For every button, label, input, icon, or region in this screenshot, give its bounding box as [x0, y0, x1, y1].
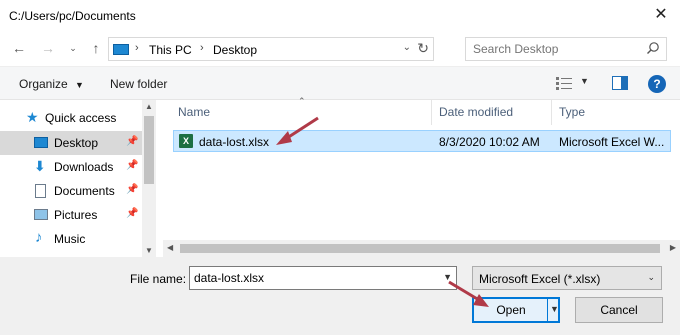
cancel-button[interactable]: Cancel [575, 297, 663, 323]
organize-dropdown-icon: ▼ [75, 80, 84, 90]
address-dropdown-icon[interactable]: ⌄ [403, 42, 411, 53]
close-icon[interactable]: ✕ [650, 4, 672, 26]
column-divider[interactable] [431, 100, 432, 125]
sidebar-item-downloads[interactable]: ⬇ Downloads 📌 [0, 155, 142, 179]
type-cell: Microsoft Excel W... [559, 135, 665, 149]
sidebar-item-pictures[interactable]: Pictures 📌 [0, 203, 142, 227]
pin-icon[interactable]: 📌 [126, 208, 138, 219]
sidebar-item-label: Downloads [54, 160, 114, 174]
forward-arrow-icon[interactable]: → [38, 38, 58, 58]
column-divider[interactable] [551, 100, 552, 125]
command-toolbar: Organize ▼ New folder ▼ ? [0, 66, 680, 100]
window-title: C:/Users/pc/Documents [9, 9, 136, 23]
scrollbar-thumb[interactable] [180, 244, 660, 253]
breadcrumb-this-pc[interactable]: This PC [149, 43, 192, 57]
sidebar-scrollbar[interactable]: ▲ ▼ [142, 100, 156, 257]
sidebar-item-label: Music [54, 232, 86, 246]
star-icon: ★ [26, 109, 39, 125]
chevron-down-icon: ⌄ [647, 272, 655, 282]
scroll-right-arrow-icon[interactable]: ▶ [670, 243, 676, 252]
view-dropdown-icon[interactable]: ▼ [580, 76, 589, 86]
file-name-input[interactable] [194, 271, 434, 285]
file-list-pane: ⌃ Name Date modified Type X data-lost.xl… [163, 96, 680, 257]
file-name-field[interactable]: ▼ [189, 266, 457, 290]
view-options-icon[interactable] [556, 77, 572, 90]
refresh-icon[interactable]: ↻ [417, 40, 429, 57]
navigation-bar: ← → ⌄ ↑ › This PC › Desktop ⌄ ↻ [0, 32, 680, 64]
scroll-left-arrow-icon[interactable]: ◀ [167, 243, 173, 252]
sidebar-item-music[interactable]: ♪ Music [0, 227, 142, 251]
file-name-label: File name: [130, 272, 187, 286]
sidebar-item-label: Documents [54, 184, 115, 198]
organize-label: Organize [19, 77, 68, 91]
help-icon[interactable]: ? [648, 75, 666, 93]
column-header-date-modified[interactable]: Date modified [439, 100, 513, 125]
this-pc-icon [113, 44, 129, 55]
open-button-label: Open [496, 303, 526, 317]
preview-pane-icon[interactable] [612, 76, 628, 90]
sidebar-item-documents[interactable]: Documents 📌 [0, 179, 142, 203]
document-icon [35, 184, 46, 198]
excel-file-icon: X [179, 134, 193, 148]
picture-icon [34, 209, 48, 220]
breadcrumb-separator-icon[interactable]: › [135, 42, 139, 54]
breadcrumb-desktop[interactable]: Desktop [213, 43, 257, 57]
date-modified-cell: 8/3/2020 10:02 AM [439, 135, 540, 149]
file-name-dropdown-icon[interactable]: ▼ [443, 272, 452, 282]
split-divider [547, 299, 548, 321]
title-bar: C:/Users/pc/Documents ✕ [0, 0, 680, 32]
recent-locations-chevron-icon[interactable]: ⌄ [63, 38, 83, 58]
horizontal-scrollbar[interactable]: ◀ ▶ [163, 240, 680, 257]
sidebar-item-quick-access[interactable]: ★ Quick access [0, 106, 142, 130]
pin-icon[interactable]: 📌 [126, 160, 138, 171]
address-bar[interactable]: › This PC › Desktop ⌄ ↻ [108, 37, 434, 61]
pin-icon[interactable]: 📌 [126, 136, 138, 147]
pin-icon[interactable]: 📌 [126, 184, 138, 195]
up-arrow-icon[interactable]: ↑ [86, 38, 106, 58]
search-input[interactable] [473, 42, 643, 56]
new-folder-button[interactable]: New folder [110, 77, 167, 91]
breadcrumb-separator-icon[interactable]: › [200, 42, 204, 54]
file-type-value: Microsoft Excel (*.xlsx) [479, 272, 601, 286]
column-header-type[interactable]: Type [559, 100, 585, 125]
music-note-icon: ♪ [35, 229, 43, 246]
scroll-up-arrow-icon[interactable]: ▲ [145, 102, 153, 111]
download-arrow-icon: ⬇ [34, 158, 46, 174]
table-row[interactable]: X data-lost.xlsx 8/3/2020 10:02 AM Micro… [173, 130, 671, 152]
desktop-folder-icon [34, 137, 48, 148]
sidebar-item-label: Quick access [45, 111, 117, 125]
search-box[interactable] [465, 37, 667, 61]
open-button[interactable]: Open ▼ [472, 297, 560, 323]
open-options-dropdown-icon[interactable]: ▼ [550, 304, 559, 314]
navigation-pane: ★ Quick access Desktop 📌 ⬇ Downloads 📌 D… [0, 100, 156, 257]
file-name-cell: data-lost.xlsx [199, 135, 270, 149]
file-type-select[interactable]: Microsoft Excel (*.xlsx) ⌄ [472, 266, 662, 290]
search-icon[interactable] [646, 41, 660, 55]
back-arrow-icon[interactable]: ← [9, 38, 29, 58]
sidebar-item-label: Pictures [54, 208, 98, 222]
scrollbar-thumb[interactable] [144, 116, 154, 184]
organize-menu[interactable]: Organize ▼ [19, 77, 84, 91]
sort-ascending-caret-icon: ⌃ [298, 96, 306, 106]
scroll-down-arrow-icon[interactable]: ▼ [145, 246, 153, 255]
sidebar-item-label: Desktop [54, 136, 99, 150]
dialog-footer: File name: ▼ Microsoft Excel (*.xlsx) ⌄ … [0, 257, 680, 335]
column-header-name[interactable]: Name [178, 100, 210, 125]
sidebar-item-desktop[interactable]: Desktop 📌 [0, 131, 142, 155]
